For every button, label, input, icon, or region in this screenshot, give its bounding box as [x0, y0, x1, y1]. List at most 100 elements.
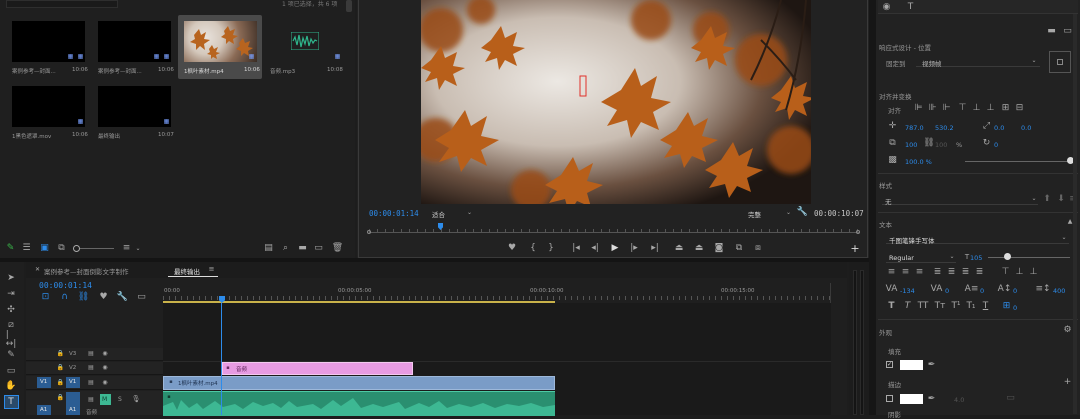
- pin-anchor-widget[interactable]: [1049, 51, 1071, 73]
- sync-lock-icon[interactable]: ▤: [87, 350, 95, 358]
- add-button-icon[interactable]: +: [850, 243, 860, 254]
- subscript-icon[interactable]: T₁: [966, 302, 976, 311]
- selection-tool-icon[interactable]: ➤: [6, 273, 16, 283]
- text-middle-align-icon[interactable]: ⊥: [1015, 268, 1024, 277]
- opacity-slider[interactable]: [965, 161, 1071, 162]
- project-item-thumbnail[interactable]: [12, 86, 85, 127]
- linked-selection-icon[interactable]: ⛓: [78, 293, 89, 302]
- anchor-x-value[interactable]: 0.0: [994, 124, 1004, 132]
- video-preview[interactable]: [421, 0, 811, 204]
- razor-tool-icon[interactable]: ⧄: [6, 320, 16, 330]
- caption-icon[interactable]: ▭: [137, 293, 146, 302]
- kerning-value[interactable]: 0: [945, 287, 949, 295]
- link-icon[interactable]: ⛓: [923, 139, 934, 148]
- pen-tool-icon[interactable]: ✎: [6, 350, 16, 360]
- align-left-icon[interactable]: ⊫: [914, 104, 923, 113]
- go-to-out-icon[interactable]: ▸|: [650, 243, 660, 252]
- stroke-checkbox[interactable]: [886, 395, 893, 402]
- tab-final-output[interactable]: 最终输出: [174, 266, 200, 276]
- mark-out-icon[interactable]: }: [547, 243, 555, 252]
- align-bottom-icon[interactable]: ⊥: [986, 104, 995, 113]
- pull-style-icon[interactable]: ⬇: [1057, 194, 1065, 203]
- audio-waveform-icon[interactable]: [290, 31, 320, 51]
- trash-icon[interactable]: 🗑: [332, 244, 343, 253]
- justify-last-center-icon[interactable]: ≣: [947, 268, 956, 277]
- appearance-options-icon[interactable]: ⚙: [1063, 326, 1072, 335]
- zoom-slider-knob[interactable]: [73, 245, 80, 252]
- position-x-value[interactable]: 787.0: [905, 124, 924, 132]
- mark-in-icon[interactable]: {: [529, 243, 537, 252]
- style-dropdown[interactable]: [882, 193, 1038, 205]
- sync-lock-icon[interactable]: ▤: [87, 396, 95, 404]
- align-right-icon[interactable]: ⊩: [942, 104, 951, 113]
- fill-color-swatch[interactable]: [900, 360, 923, 370]
- solo-label[interactable]: S: [118, 396, 122, 403]
- timeline-timecode[interactable]: 00:00:01:14: [39, 281, 92, 290]
- fit-dropdown[interactable]: 适合: [432, 209, 445, 219]
- lock-icon[interactable]: 🔒: [57, 379, 64, 387]
- add-marker-timeline-icon[interactable]: ♥: [99, 293, 108, 302]
- layer-visibility-icon[interactable]: ◉: [882, 2, 891, 11]
- step-back-icon[interactable]: ◂|: [591, 243, 599, 252]
- timeline-playhead-line[interactable]: [221, 303, 222, 415]
- layer-options-icon[interactable]: ▭: [1063, 26, 1072, 35]
- export-frame-icon[interactable]: ◙: [714, 243, 724, 252]
- all-caps-icon[interactable]: TT: [917, 302, 929, 311]
- justify-last-right-icon[interactable]: ≣: [961, 268, 970, 277]
- lock-icon[interactable]: 🔒: [57, 394, 64, 402]
- line-spacing-value[interactable]: 400: [1053, 287, 1065, 295]
- add-marker-icon[interactable]: ♥: [508, 243, 516, 252]
- stroke-eyedropper-icon[interactable]: ✒: [927, 394, 936, 404]
- chevron-down-icon[interactable]: ⌄: [134, 245, 142, 253]
- new-layer-icon[interactable]: ▬: [1047, 26, 1056, 35]
- pin-chevron-down-icon[interactable]: ⌄: [1030, 57, 1038, 65]
- sync-lock-icon[interactable]: ▤: [87, 379, 95, 387]
- eye-icon[interactable]: ◉: [101, 379, 109, 387]
- align-top-icon[interactable]: ⊤: [958, 104, 967, 113]
- font-family-chevron-down-icon[interactable]: ⌄: [1060, 234, 1068, 242]
- automate-icon[interactable]: ▤: [264, 244, 273, 253]
- freeform-view-icon[interactable]: ⧉: [57, 244, 66, 253]
- monitor-scrub-bar[interactable]: [369, 232, 859, 233]
- sync-lock-icon[interactable]: ▤: [87, 364, 95, 372]
- quality-dropdown[interactable]: 完整: [748, 209, 761, 219]
- list-view-icon[interactable]: ☰: [22, 244, 31, 253]
- style-chevron-down-icon[interactable]: ⌄: [1030, 195, 1038, 203]
- slip-tool-icon[interactable]: |↔|: [6, 331, 17, 349]
- stroke-width-value[interactable]: 4.0: [954, 396, 964, 404]
- hand-tool-icon[interactable]: ✋: [5, 381, 16, 391]
- icon-view-icon[interactable]: ▣: [40, 244, 49, 253]
- font-size-value[interactable]: 105: [970, 254, 982, 262]
- stroke-color-swatch[interactable]: [900, 394, 923, 404]
- project-search-input[interactable]: [6, 0, 118, 8]
- text-bottom-align-icon[interactable]: ⊥: [1029, 268, 1038, 277]
- extract-icon[interactable]: ⏏: [694, 243, 704, 252]
- track-select-tool-icon[interactable]: ⇥: [6, 289, 16, 299]
- new-bin-icon[interactable]: ▬: [298, 244, 307, 253]
- monitor-current-timecode[interactable]: 00:00:01:14: [369, 209, 419, 218]
- lift-icon[interactable]: ⏏: [674, 243, 684, 252]
- insert-sequence-icon[interactable]: ⊡: [41, 293, 50, 302]
- go-to-in-icon[interactable]: |◂: [571, 243, 581, 252]
- pencil-icon[interactable]: ✎: [6, 244, 15, 253]
- wrench-icon[interactable]: 🔧: [797, 208, 808, 217]
- timeline-settings-icon[interactable]: 🔧: [117, 293, 128, 302]
- faux-bold-icon[interactable]: T: [887, 302, 896, 311]
- microphone-icon[interactable]: 🎙: [132, 395, 141, 404]
- fill-eyedropper-icon[interactable]: ✒: [927, 360, 936, 370]
- stroke-type-icon[interactable]: ▭: [1006, 394, 1015, 403]
- anchor-y-value[interactable]: 0.0: [1021, 124, 1031, 132]
- text-align-right-icon[interactable]: ≡: [915, 268, 924, 277]
- snap-icon[interactable]: ∩: [60, 293, 69, 302]
- project-item-thumbnail[interactable]: [98, 86, 171, 127]
- eg-scrollbar[interactable]: [1073, 14, 1077, 414]
- project-scrollbar[interactable]: [346, 0, 352, 12]
- rotation-value[interactable]: 0: [994, 141, 998, 149]
- position-y-value[interactable]: 530.2: [935, 124, 954, 132]
- fit-chevron-down-icon[interactable]: ⌄: [466, 209, 473, 217]
- tab-sequence-reference[interactable]: 案例参考—封面倒影文字制作: [44, 266, 129, 276]
- text-layer-icon[interactable]: T: [906, 2, 915, 11]
- tracking-value[interactable]: -134: [900, 287, 915, 295]
- sort-icon[interactable]: ≡: [122, 244, 131, 253]
- zoom-slider[interactable]: [74, 248, 114, 249]
